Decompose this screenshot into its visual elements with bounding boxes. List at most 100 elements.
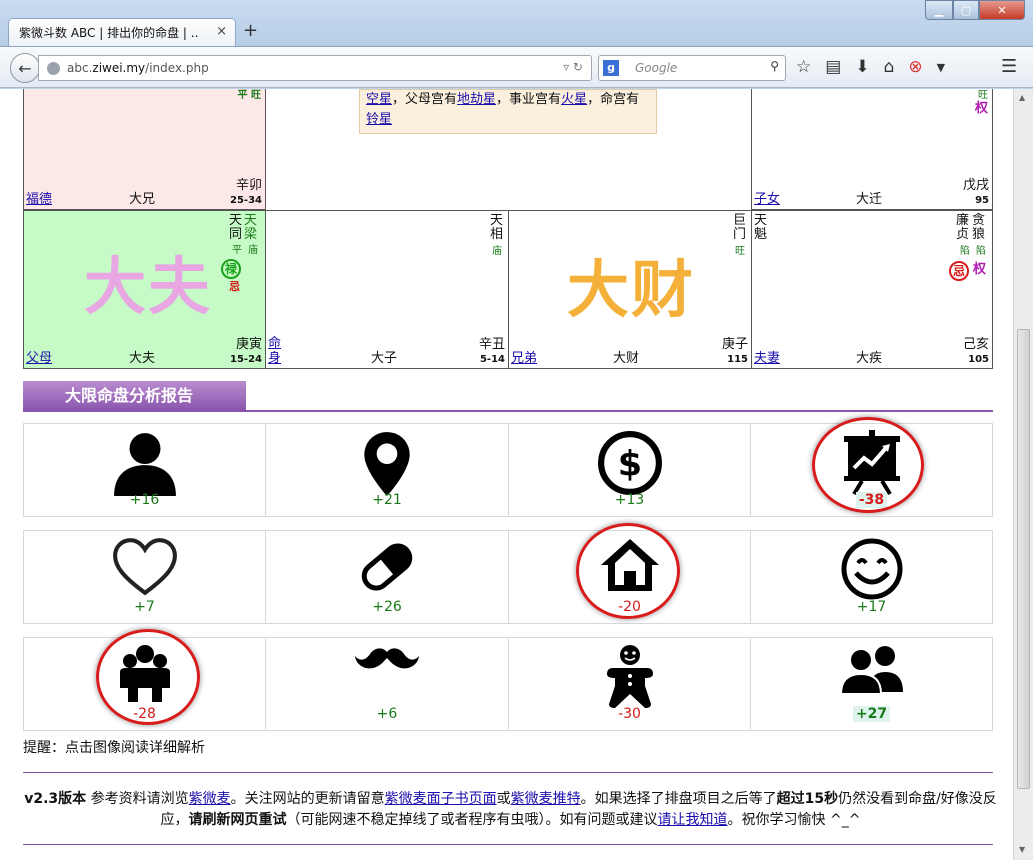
vertical-scrollbar[interactable]: ▲ ▼ [1013,89,1033,860]
heart-icon[interactable] [112,537,178,601]
report-item-pill[interactable]: +26 [265,530,509,624]
ji-mark: 忌 [229,280,240,293]
score-label: +13 [509,492,750,508]
palace-name-link[interactable]: 父母 [26,347,52,366]
note-link-ling[interactable]: 铃星 [366,112,392,127]
report-item-person[interactable]: +16 [23,423,266,517]
decade-label: 大兄 [129,192,156,207]
twitter-link[interactable]: 紫微麦推特 [511,791,581,807]
report-item-gingerbread[interactable]: -30 [508,637,751,731]
note-link-huo[interactable]: 火星 [561,92,587,107]
palace-name-link[interactable]: 夫妻 [754,347,780,366]
map-pin-icon[interactable] [362,430,412,500]
palace-name-link[interactable]: 兄弟 [511,347,537,366]
palace-fude[interactable]: 平 旺 福德 大兄 辛卯 25-34 [23,89,266,210]
scroll-down-icon[interactable]: ▼ [1019,845,1025,854]
score-value: -30 [618,706,641,722]
report-item-heart[interactable]: +7 [23,530,266,624]
address-bar[interactable]: abc.ziwei.my/index.php ▿ ↻ [38,55,592,81]
pill-icon[interactable] [357,537,417,601]
palace-fumu[interactable]: 天 天 同 梁 平 庙 禄 忌 大夫 父母 大夫 庚寅 15-24 [23,210,266,369]
scroll-up-icon[interactable]: ▲ [1019,93,1025,102]
star-lian: 廉 [956,213,970,228]
palace-fuqi[interactable]: 天 魁 廉 贪 贞 狼 陷 陷 忌 权 夫妻 大疾 己亥 105 [751,210,993,369]
stop-icon[interactable]: ⊗ [908,57,922,77]
browser-tab[interactable]: 紫微斗数 ABC | 排出你的命盘 | ... × [8,18,236,46]
person-icon[interactable] [112,430,178,500]
footer-bottom-divider [23,844,993,845]
google-icon[interactable]: g [603,60,619,76]
close-window-button[interactable]: ✕ [979,0,1025,20]
version-label: v2.3版本 [24,791,87,807]
dollar-circle-icon[interactable]: $ [597,430,663,500]
new-tab-button[interactable]: + [243,20,258,41]
facebook-link[interactable]: 紫微麦面子书页面 [385,791,497,807]
back-button[interactable]: ← [10,53,40,83]
star-kui: 魁 [754,227,768,242]
url-domain: ziwei.my [92,61,146,75]
note-link-kong[interactable]: 空星 [366,92,392,107]
friends-icon[interactable] [839,644,905,698]
score-label: +21 [266,492,508,508]
stem-branch: 辛丑 [478,337,505,352]
reading-list-icon[interactable]: ▤ [825,57,841,77]
search-icon[interactable]: ⚲ [770,59,779,73]
highlight-ring [96,629,200,725]
age-range: 105 [968,354,989,365]
big-label: 大夫 [84,250,213,323]
footer-span: 。如果选择了排盘项目之后等了 [580,791,777,807]
reload-icon[interactable]: ▿ ↻ [563,60,583,74]
maximize-button[interactable]: ▢ [953,0,979,20]
report-item-smile[interactable]: +17 [750,530,993,624]
brightness: 庙 [492,246,502,257]
palace-ming[interactable]: 天 相 庙 命 身 大子 辛丑 5-14 [265,210,509,369]
brightness: 庙 [248,245,258,256]
report-item-map-pin[interactable]: +21 [265,423,509,517]
report-item-dollar-circle[interactable]: $ +13 [508,423,751,517]
download-icon[interactable]: ⬇ [855,57,869,77]
page-content: 平 旺 福德 大兄 辛卯 25-34 空星，父母宫有地劫星，事业宫有火星，命宫有… [0,89,1013,860]
gingerbread-icon[interactable] [605,644,655,714]
star-zhen: 贞 [956,227,970,242]
smile-icon[interactable] [840,537,904,605]
url-prefix: abc. [67,61,93,75]
decade-label: 大疾 [856,351,883,366]
star-brightness: 旺 [978,90,988,101]
star-tian: 天 [489,213,503,228]
report-title: 大限命盘分析报告 [23,381,246,411]
star-liang: 梁 [244,227,258,242]
ziweimai-link[interactable]: 紫微麦 [189,791,231,807]
body-palace-link[interactable]: 身 [268,347,281,366]
contact-link[interactable]: 请让我知道 [658,812,728,828]
tab-close-icon[interactable]: × [216,24,227,39]
palace-xiongdi[interactable]: 巨 门 旺 大财 兄弟 大财 庚子 115 [508,210,752,369]
score-value: +21 [372,492,402,508]
search-box[interactable]: g Google ⚲ [598,55,786,81]
report-item-mustache[interactable]: +6 [265,637,509,731]
brightness: 平 [232,245,242,256]
palace-name-link[interactable]: 福德 [26,188,52,207]
dropdown-icon[interactable]: ▼ [937,57,945,77]
age-range: 15-24 [230,354,262,365]
note-link-dijie[interactable]: 地劫星 [457,92,496,107]
palace-zinu[interactable]: 旺 权 子女 大迁 戊戌 95 [751,89,993,210]
star-tian2: 天 [244,213,258,228]
scroll-thumb[interactable] [1017,329,1030,789]
lu-mark: 禄 [221,259,241,279]
search-placeholder: Google [635,61,678,75]
ji-mark: 忌 [949,261,969,281]
report-item-friends[interactable]: +27 [750,637,993,731]
bookmark-star-icon[interactable]: ☆ [796,57,811,77]
footer-text: v2.3版本 参考资料请浏览紫微麦。关注网站的更新请留意紫微麦面子书页面或紫微麦… [23,789,998,831]
footer-span: （可能网速不稳定掉线了或者程序有虫哦）。如有问题或建议 [286,812,658,828]
home-icon[interactable]: ⌂ [884,57,895,77]
stem-branch: 辛卯 [235,178,262,193]
palace-name-link[interactable]: 子女 [754,188,780,207]
minimize-button[interactable]: ▁ [925,0,953,20]
note-box: 空星，父母宫有地劫星，事业宫有火星，命宫有 铃星 [359,89,657,134]
footer-bold: 超过15秒 [776,791,839,807]
window-controls: ▁ ▢ ✕ [925,0,1025,20]
menu-icon[interactable]: ☰ [1001,56,1023,77]
star-tan: 贪 [972,213,986,228]
mustache-icon[interactable] [354,644,420,678]
